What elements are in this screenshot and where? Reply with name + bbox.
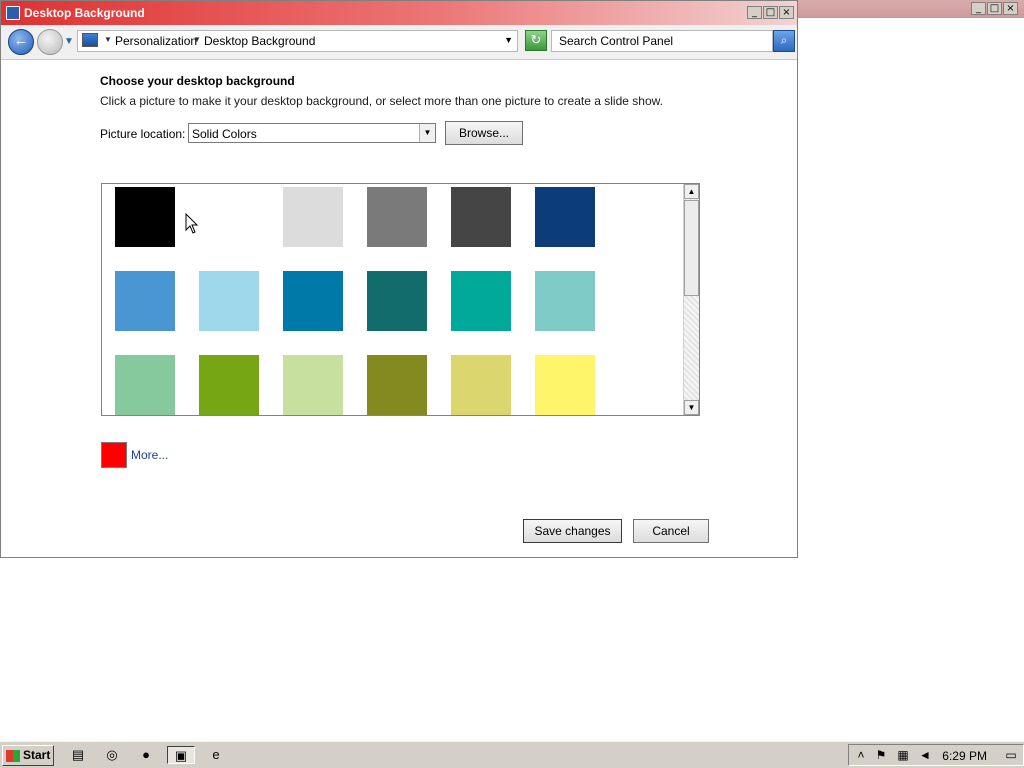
show-desktop-icon[interactable]: ▭ bbox=[1003, 747, 1019, 763]
search-icon[interactable]: ⌕ bbox=[773, 30, 795, 52]
color-swatch[interactable] bbox=[451, 355, 511, 415]
color-swatch[interactable] bbox=[115, 187, 175, 247]
window-title: Desktop Background bbox=[24, 6, 145, 20]
color-swatch[interactable] bbox=[283, 355, 343, 415]
color-swatch[interactable] bbox=[367, 271, 427, 331]
picture-location-select[interactable]: Solid Colors ▼ bbox=[188, 123, 436, 143]
cancel-button[interactable]: Cancel bbox=[633, 519, 709, 543]
scroll-down-button[interactable]: ▼ bbox=[684, 400, 699, 415]
color-swatch[interactable] bbox=[199, 187, 259, 247]
address-dropdown-icon[interactable]: ▼ bbox=[504, 35, 513, 45]
system-tray: ˄ ⚑ ▦ ◄ 6:29 PM ▭ bbox=[848, 744, 1024, 766]
page-heading: Choose your desktop background bbox=[100, 74, 295, 88]
color-swatch[interactable] bbox=[451, 187, 511, 247]
control-panel-icon bbox=[82, 33, 98, 47]
color-swatch[interactable] bbox=[283, 271, 343, 331]
ie-icon[interactable]: e bbox=[203, 746, 229, 764]
chevron-down-icon[interactable]: ▼ bbox=[419, 124, 435, 142]
address-toolbar: ← → ▼ ▼ Personalization ▼ Desktop Backgr… bbox=[1, 25, 797, 60]
action-center-icon[interactable]: ⚑ bbox=[873, 747, 889, 763]
start-button[interactable]: Start bbox=[2, 745, 54, 766]
color-swatch[interactable] bbox=[283, 187, 343, 247]
start-label: Start bbox=[23, 748, 51, 762]
color-swatch[interactable] bbox=[367, 187, 427, 247]
page-description: Click a picture to make it your desktop … bbox=[100, 94, 663, 108]
volume-muted-icon[interactable]: ◄ bbox=[917, 747, 933, 763]
breadcrumb-personalization[interactable]: Personalization bbox=[115, 34, 197, 48]
show-hidden-icons-icon[interactable]: ˄ bbox=[853, 747, 869, 763]
close-button[interactable]: × bbox=[779, 6, 794, 19]
refresh-button[interactable]: ↻ bbox=[525, 30, 547, 51]
taskbar: Start ▤ ◎ ● ▣ e ˄ ⚑ ▦ ◄ 6:29 PM ▭ bbox=[0, 741, 1024, 768]
bg-minimize-button[interactable]: _ bbox=[971, 2, 986, 15]
more-colors-link[interactable]: More... bbox=[131, 448, 168, 462]
maximize-button[interactable]: □ bbox=[763, 6, 778, 19]
save-changes-button[interactable]: Save changes bbox=[523, 519, 622, 543]
color-swatch[interactable] bbox=[199, 271, 259, 331]
color-swatch[interactable] bbox=[535, 187, 595, 247]
color-swatch[interactable] bbox=[199, 355, 259, 415]
color-swatch[interactable] bbox=[115, 355, 175, 415]
picture-location-label: Picture location: bbox=[100, 127, 186, 141]
picture-location-value: Solid Colors bbox=[192, 127, 257, 141]
more-color-swatch[interactable] bbox=[101, 442, 127, 468]
color-swatch[interactable] bbox=[115, 271, 175, 331]
color-swatch[interactable] bbox=[535, 355, 595, 415]
bg-maximize-button[interactable]: □ bbox=[987, 2, 1002, 15]
mouse-cursor-icon bbox=[185, 213, 199, 234]
back-button[interactable]: ← bbox=[8, 29, 34, 55]
breadcrumb-arrow-icon[interactable]: ▼ bbox=[193, 35, 201, 44]
color-swatch[interactable] bbox=[535, 271, 595, 331]
vertical-scrollbar[interactable]: ▲ ▼ bbox=[683, 184, 699, 415]
breadcrumb-arrow-icon[interactable]: ▼ bbox=[104, 35, 112, 44]
titlebar[interactable]: Desktop Background _ □ × bbox=[1, 1, 797, 25]
control-panel-icon[interactable]: ▣ bbox=[167, 746, 195, 764]
windows-logo-icon bbox=[6, 749, 20, 762]
color-swatch[interactable] bbox=[367, 355, 427, 415]
address-bar[interactable]: ▼ Personalization ▼ Desktop Background ▼ bbox=[77, 30, 518, 52]
minimize-button[interactable]: _ bbox=[747, 6, 762, 19]
search-input[interactable]: Search Control Panel bbox=[551, 30, 773, 52]
color-swatch[interactable] bbox=[451, 271, 511, 331]
breadcrumb-desktop-background[interactable]: Desktop Background bbox=[204, 34, 315, 48]
firefox-icon[interactable]: ● bbox=[136, 746, 156, 764]
network-icon[interactable]: ▦ bbox=[895, 747, 911, 763]
window-icon bbox=[6, 6, 20, 20]
scroll-thumb[interactable] bbox=[684, 200, 699, 296]
clock[interactable]: 6:29 PM bbox=[942, 749, 987, 763]
browse-button[interactable]: Browse... bbox=[445, 121, 523, 145]
chrome-icon[interactable]: ◎ bbox=[102, 746, 122, 764]
bg-close-button[interactable]: × bbox=[1003, 2, 1018, 15]
desktop-background-window: Desktop Background _ □ × ← → ▼ ▼ Persona… bbox=[0, 0, 798, 558]
search-placeholder: Search Control Panel bbox=[559, 34, 674, 48]
background-window-titlebar[interactable]: _ □ × bbox=[798, 0, 1024, 18]
scroll-up-button[interactable]: ▲ bbox=[684, 184, 699, 199]
forward-button[interactable]: → bbox=[37, 29, 63, 55]
folder-icon[interactable]: ▤ bbox=[68, 746, 88, 764]
recent-pages-dropdown-icon[interactable]: ▼ bbox=[64, 36, 74, 47]
